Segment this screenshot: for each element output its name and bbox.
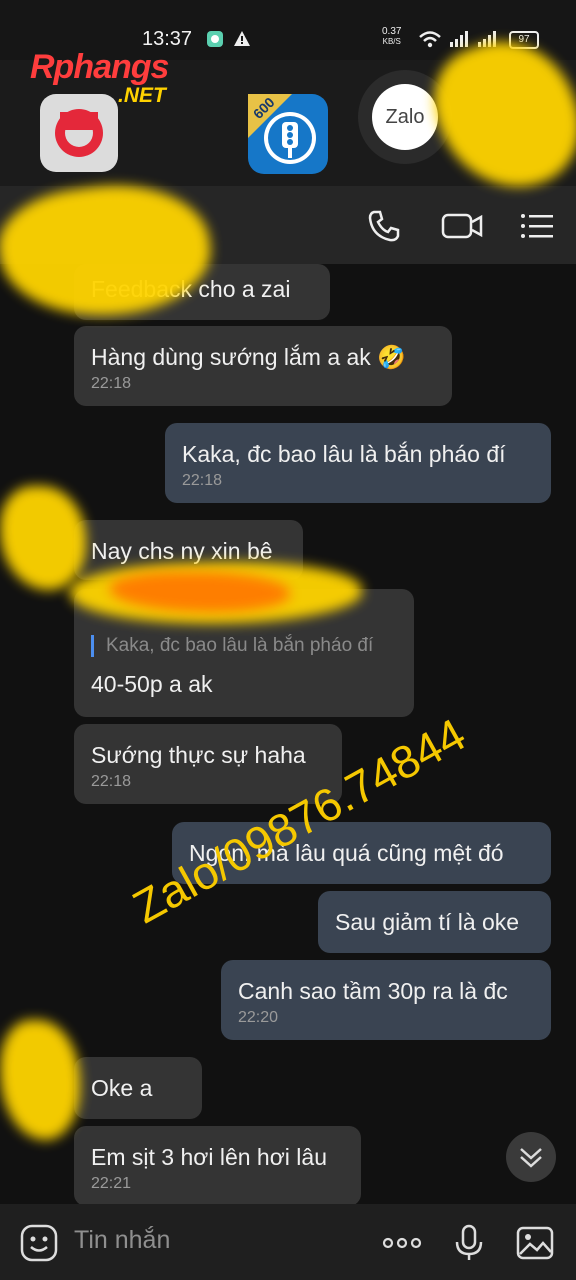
message-time: 22:20	[238, 1009, 279, 1026]
message-bubble-outgoing[interactable]: Sau giảm tí là oke	[318, 891, 551, 953]
message-bubble-outgoing[interactable]: Canh sao tầm 30p ra là đc 22:20	[221, 960, 551, 1040]
message-time: 22:18	[91, 773, 132, 790]
quoted-message: Kaka, đc bao lâu là bắn pháo đí	[91, 635, 397, 657]
message-text: 40-50p a ak	[91, 671, 213, 697]
scroll-to-bottom-button[interactable]	[506, 1132, 556, 1182]
app-notification-icon	[206, 30, 224, 48]
microphone-icon[interactable]	[450, 1224, 488, 1262]
message-text: Canh sao tầm 30p ra là đc	[238, 978, 508, 1004]
message-time: 22:18	[182, 472, 223, 489]
net-speed: 0.37 KB/S	[382, 27, 401, 47]
message-time: 22:18	[91, 375, 132, 392]
emoji-icon[interactable]	[20, 1224, 58, 1262]
site-logo-suffix: .NET	[118, 84, 166, 107]
message-bubble-incoming[interactable]: Em sịt 3 hơi lên hơi lâu 22:21	[74, 1126, 361, 1206]
chat-messages-area[interactable]: Feedback cho a zai Hàng dùng sướng lắm a…	[0, 264, 576, 1206]
message-time: 22:21	[91, 1175, 132, 1192]
traffic-app-icon[interactable]: 600	[248, 94, 328, 174]
image-icon[interactable]	[516, 1224, 554, 1262]
more-icon[interactable]	[380, 1224, 424, 1262]
message-text: Sướng thực sự haha	[91, 742, 306, 768]
net-speed-value: 0.37	[382, 26, 402, 37]
message-input-bar: Tin nhắn	[0, 1204, 576, 1280]
message-bubble-outgoing[interactable]: Kaka, đc bao lâu là bắn pháo đí 22:18	[165, 423, 551, 503]
message-bubble-incoming[interactable]: Oke a	[74, 1057, 202, 1119]
message-text: Em sịt 3 hơi lên hơi lâu	[91, 1144, 327, 1170]
app-shortcut-red[interactable]	[40, 94, 118, 172]
message-text: Hàng dùng sướng lắm a ak 🤣	[91, 344, 406, 370]
net-speed-unit: KB/S	[382, 37, 401, 46]
zalo-logo: Zalo	[372, 84, 438, 150]
wifi-icon	[418, 30, 442, 48]
signal-icon	[448, 30, 470, 48]
message-input[interactable]: Tin nhắn	[74, 1226, 170, 1255]
message-text: Sau giảm tí là oke	[335, 909, 520, 935]
site-logo: Rphangs	[30, 48, 169, 86]
message-bubble-incoming[interactable]: Hàng dùng sướng lắm a ak 🤣 22:18	[74, 326, 452, 406]
phone-icon[interactable]	[366, 208, 402, 244]
chevron-down-icon	[520, 1148, 542, 1168]
message-text: Oke a	[91, 1075, 153, 1101]
video-call-icon[interactable]	[441, 208, 483, 244]
warning-icon	[233, 30, 251, 48]
message-text: Kaka, đc bao lâu là bắn pháo đí	[182, 441, 506, 467]
message-text: Nay chs ny xin bê	[91, 538, 273, 564]
menu-icon[interactable]	[519, 208, 555, 244]
